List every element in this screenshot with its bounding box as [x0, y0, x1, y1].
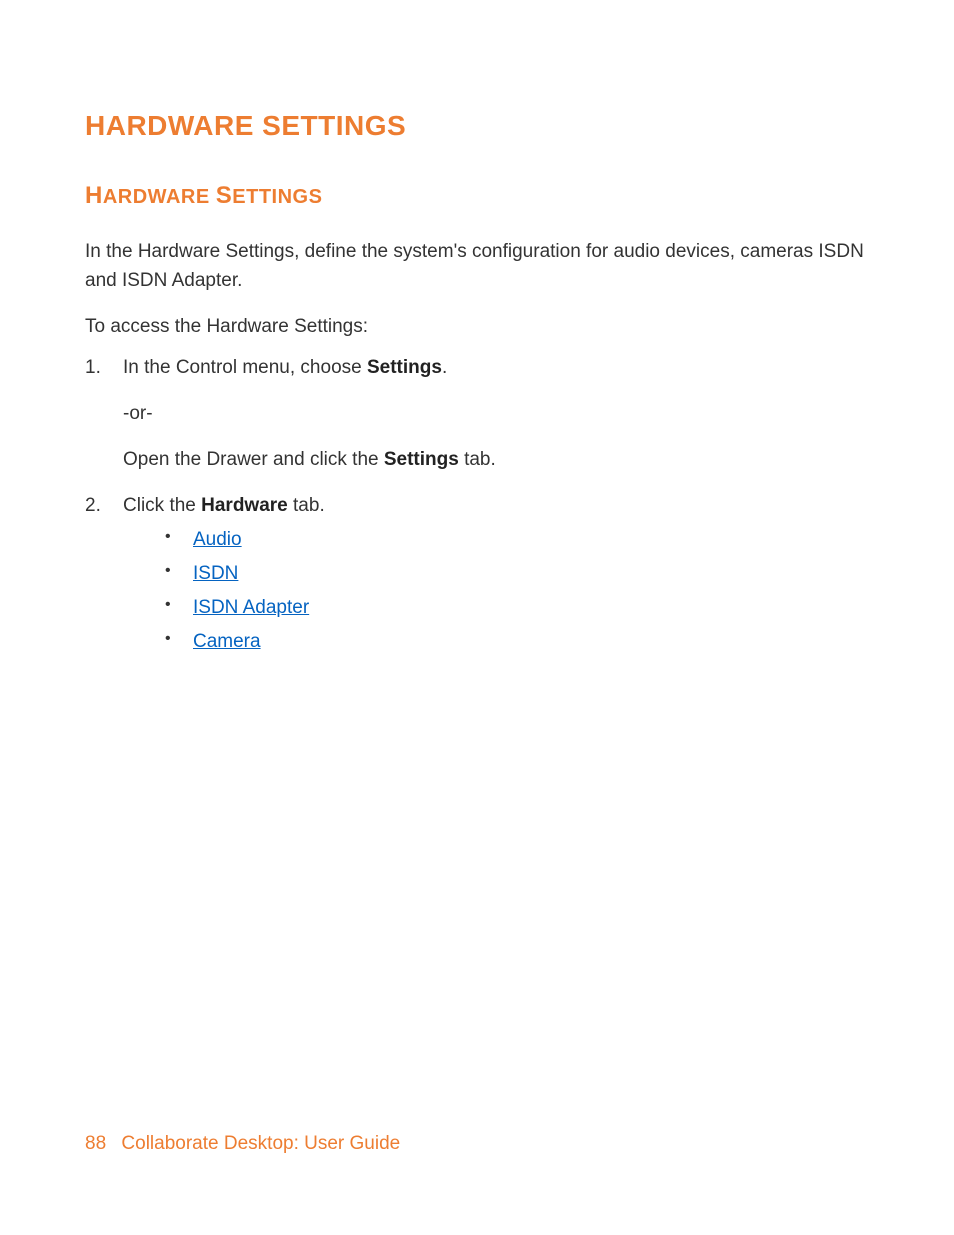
- link-isdn-adapter[interactable]: ISDN Adapter: [193, 597, 309, 618]
- h2-part: H: [85, 182, 103, 209]
- list-item: Audio: [123, 523, 869, 557]
- step-bold: Settings: [367, 357, 442, 378]
- step-number: 1.: [85, 352, 101, 384]
- h2-part: S: [216, 182, 233, 209]
- intro-paragraph: In the Hardware Settings, define the sys…: [85, 238, 869, 295]
- drawer-bold: Settings: [384, 449, 459, 470]
- step-text: .: [442, 357, 447, 378]
- footer-doc-title: Collaborate Desktop: User Guide: [121, 1133, 400, 1154]
- list-item: ISDN: [123, 557, 869, 591]
- link-isdn[interactable]: ISDN: [193, 563, 238, 584]
- step-text: Click the: [123, 495, 201, 516]
- access-line: To access the Hardware Settings:: [85, 313, 869, 342]
- link-audio[interactable]: Audio: [193, 529, 242, 550]
- or-text: -or-: [85, 398, 869, 430]
- step-text: In the Control menu, choose: [123, 357, 367, 378]
- hardware-links-list: Audio ISDN ISDN Adapter Camera: [123, 523, 869, 660]
- list-item: Camera: [123, 625, 869, 659]
- page-footer: 88 Collaborate Desktop: User Guide: [85, 1133, 400, 1155]
- link-camera[interactable]: Camera: [193, 631, 261, 652]
- drawer-line: Open the Drawer and click the Settings t…: [85, 444, 869, 476]
- steps-list-2: 2. Click the Hardware tab. Audio ISDN IS…: [85, 490, 869, 659]
- step-bold: Hardware: [201, 495, 288, 516]
- step-number: 2.: [85, 490, 101, 522]
- h2-part: ETTINGS: [232, 186, 322, 208]
- list-item: ISDN Adapter: [123, 591, 869, 625]
- page-title-h1: HARDWARE SETTINGS: [85, 110, 869, 142]
- drawer-text: Open the Drawer and click the: [123, 449, 384, 470]
- page-number: 88: [85, 1133, 106, 1154]
- drawer-text: tab.: [459, 449, 496, 470]
- steps-list: 1. In the Control menu, choose Settings.: [85, 352, 869, 384]
- step-2: 2. Click the Hardware tab. Audio ISDN IS…: [85, 490, 869, 659]
- document-page: HARDWARE SETTINGS HARDWARE SETTINGS In t…: [0, 0, 954, 659]
- step-text: tab.: [288, 495, 325, 516]
- step-1: 1. In the Control menu, choose Settings.: [85, 352, 869, 384]
- section-title-h2: HARDWARE SETTINGS: [85, 182, 869, 210]
- h2-part: ARDWARE: [103, 186, 210, 208]
